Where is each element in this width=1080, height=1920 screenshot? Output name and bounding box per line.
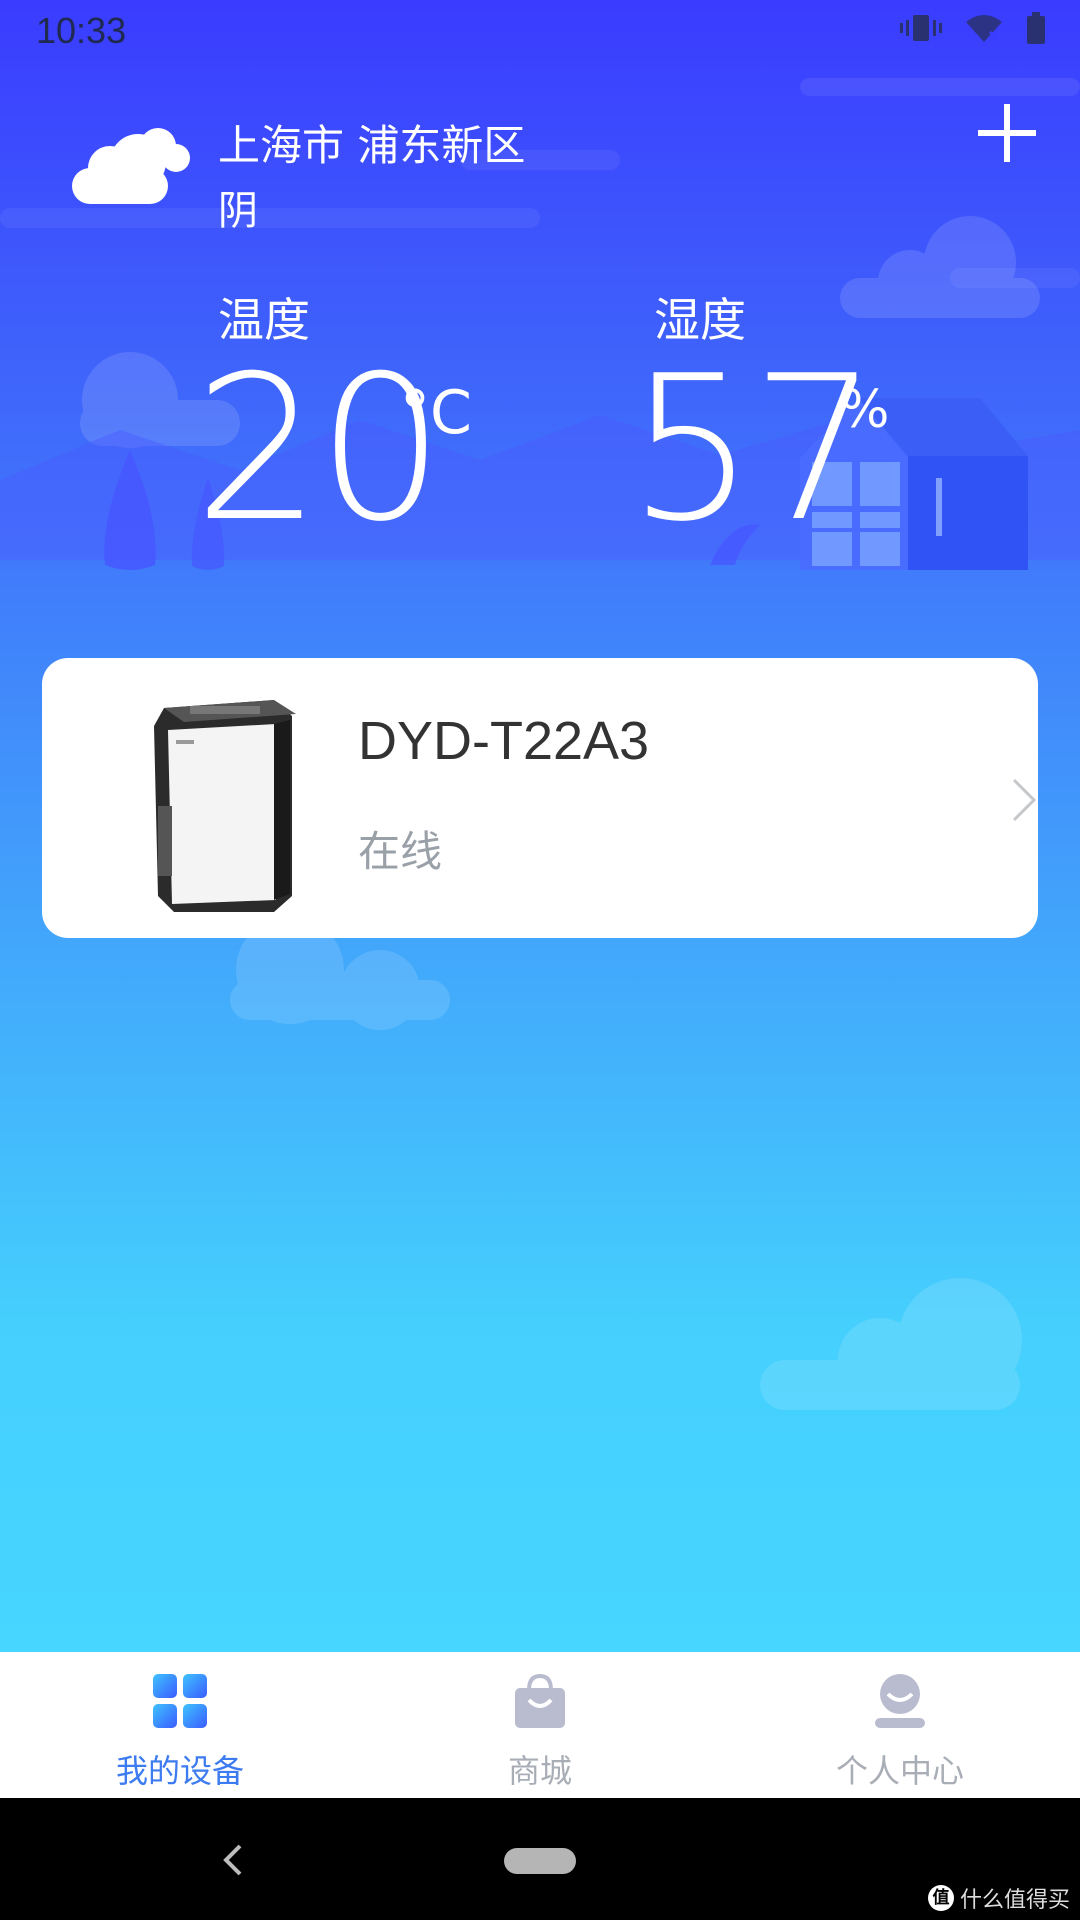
dehumidifier-image bbox=[154, 700, 296, 912]
cloudy-icon bbox=[72, 128, 190, 204]
grid-icon bbox=[153, 1674, 207, 1728]
status-bar: 10:33 bbox=[0, 0, 1080, 64]
app-screen: 10:33 上海市 浦东新区 阴 温度 20 °C 湿度 57 % DYD-T2… bbox=[0, 0, 1080, 1798]
device-name: DYD-T22A3 bbox=[358, 711, 650, 771]
device-status: 在线 bbox=[358, 827, 443, 876]
battery-icon bbox=[1027, 12, 1045, 44]
weather-condition: 阴 bbox=[218, 188, 258, 234]
bottom-nav: 我的设备 商城 个人中心 bbox=[0, 1652, 1080, 1798]
temperature-unit: °C bbox=[400, 378, 472, 448]
nav-label: 个人中心 bbox=[835, 1752, 964, 1790]
nav-label: 我的设备 bbox=[115, 1752, 244, 1790]
wifi-off-icon bbox=[966, 15, 1002, 42]
nav-my-devices[interactable]: 我的设备 bbox=[0, 1652, 360, 1798]
watermark: 值 什么值得买 bbox=[927, 1882, 1070, 1914]
plus-icon[interactable] bbox=[978, 104, 1036, 162]
nav-label: 商城 bbox=[507, 1752, 572, 1790]
home-pill[interactable] bbox=[504, 1848, 576, 1874]
chevron-right-icon[interactable] bbox=[1004, 772, 1044, 828]
status-time: 10:33 bbox=[36, 10, 127, 51]
back-icon[interactable] bbox=[218, 1842, 248, 1878]
watermark-badge: 值 bbox=[927, 1885, 954, 1911]
vibrate-icon bbox=[900, 15, 942, 41]
humidity-unit: % bbox=[840, 380, 890, 440]
humidity-value: 57 bbox=[628, 333, 878, 566]
location-label: 上海市 浦东新区 bbox=[218, 121, 526, 170]
watermark-text: 什么值得买 bbox=[959, 1888, 1070, 1913]
status-icons bbox=[900, 12, 1046, 44]
user-icon bbox=[875, 1674, 925, 1728]
nav-profile[interactable]: 个人中心 bbox=[720, 1652, 1080, 1798]
device-card[interactable]: DYD-T22A3 在线 bbox=[42, 658, 1038, 938]
nav-store[interactable]: 商城 bbox=[360, 1652, 720, 1798]
shopping-bag-icon bbox=[515, 1673, 565, 1728]
